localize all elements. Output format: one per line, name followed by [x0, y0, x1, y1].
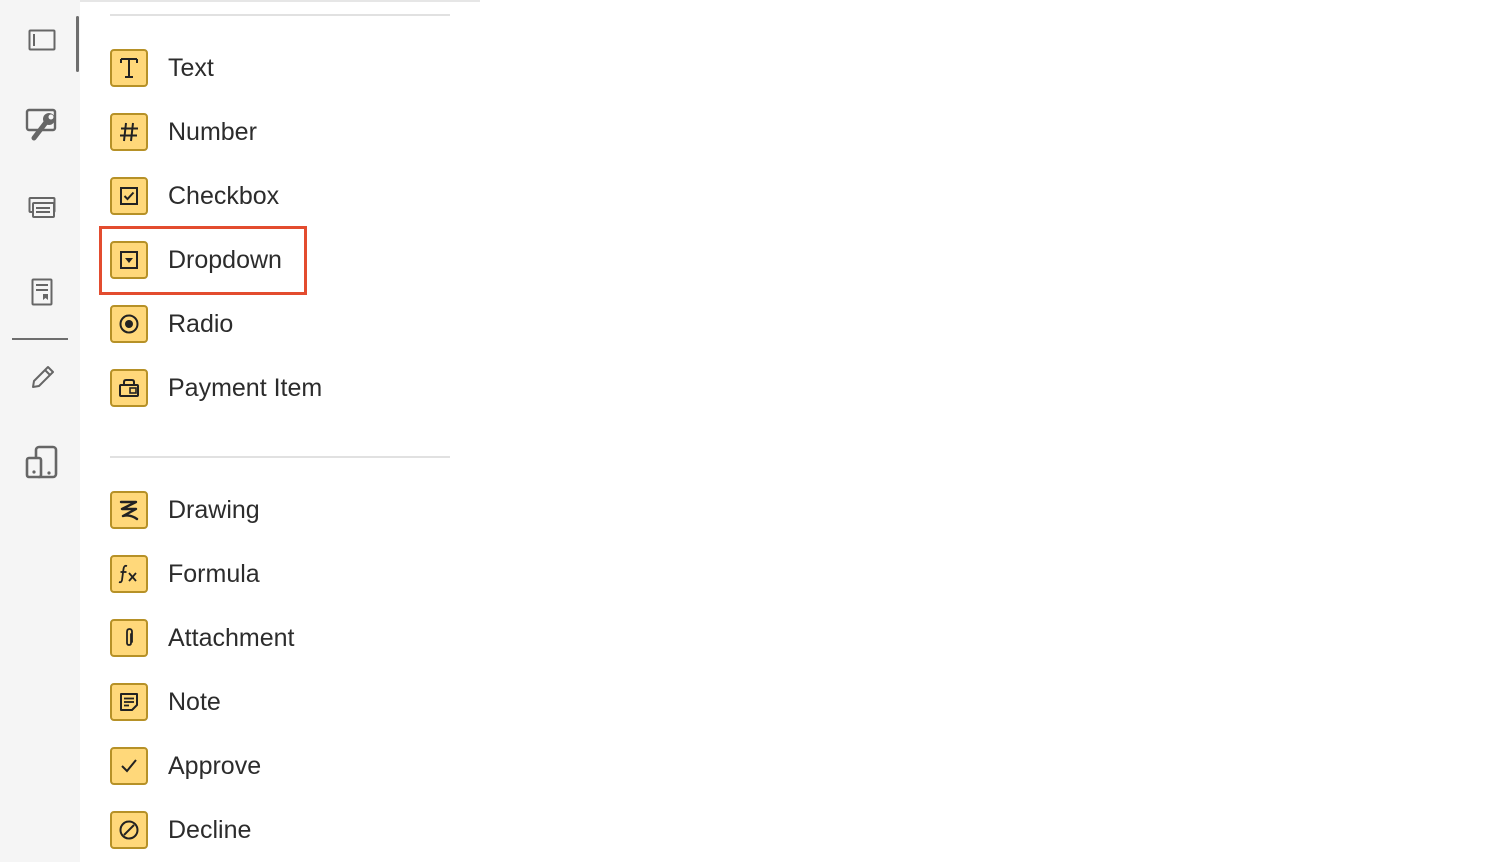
- active-indicator: [76, 16, 79, 72]
- field-item-drawing[interactable]: Drawing: [110, 488, 260, 532]
- field-label: Number: [168, 117, 257, 146]
- field-label: Note: [168, 687, 221, 716]
- field-label: Approve: [168, 751, 262, 780]
- field-item-number[interactable]: Number: [110, 110, 257, 154]
- pencil-icon[interactable]: [22, 358, 62, 398]
- field-item-text[interactable]: Text: [110, 46, 214, 90]
- field-label: Attachment: [168, 623, 295, 652]
- left-rail: [0, 0, 80, 862]
- radio-icon: [110, 305, 148, 343]
- document-icon[interactable]: [22, 272, 62, 312]
- field-item-note[interactable]: Note: [110, 680, 221, 724]
- panel-icon[interactable]: [22, 20, 62, 60]
- devices-icon[interactable]: [22, 442, 62, 482]
- field-item-radio[interactable]: Radio: [110, 302, 233, 346]
- decline-icon: [110, 811, 148, 849]
- field-label: Radio: [168, 309, 234, 338]
- field-label: Payment Item: [168, 373, 323, 402]
- top-divider: [80, 0, 480, 2]
- dropdown-icon: [110, 241, 148, 279]
- section-divider: [110, 14, 450, 16]
- forms-icon[interactable]: [22, 188, 62, 228]
- field-item-approve[interactable]: Approve: [110, 744, 261, 788]
- field-item-dropdown[interactable]: Dropdown: [110, 238, 282, 282]
- field-label: Decline: [168, 815, 252, 844]
- section-divider: [110, 456, 450, 458]
- field-item-decline[interactable]: Decline: [110, 808, 251, 852]
- paperclip-icon: [110, 619, 148, 657]
- check-icon: [110, 747, 148, 785]
- field-label: Dropdown: [168, 245, 282, 274]
- field-item-payment-item[interactable]: Payment Item: [110, 366, 322, 410]
- text-icon: [110, 49, 148, 87]
- note-icon: [110, 683, 148, 721]
- formula-icon: [110, 555, 148, 593]
- hash-icon: [110, 113, 148, 151]
- field-item-checkbox[interactable]: Checkbox: [110, 174, 279, 218]
- field-item-formula[interactable]: Formula: [110, 552, 260, 596]
- payment-icon: [110, 369, 148, 407]
- field-item-attachment[interactable]: Attachment: [110, 616, 294, 660]
- rail-divider: [12, 338, 68, 340]
- field-label: Text: [168, 53, 214, 82]
- field-label: Checkbox: [168, 181, 280, 210]
- field-label: Drawing: [168, 495, 260, 524]
- field-label: Formula: [168, 559, 260, 588]
- drawing-icon: [110, 491, 148, 529]
- tools-icon[interactable]: [22, 104, 62, 144]
- checkbox-icon: [110, 177, 148, 215]
